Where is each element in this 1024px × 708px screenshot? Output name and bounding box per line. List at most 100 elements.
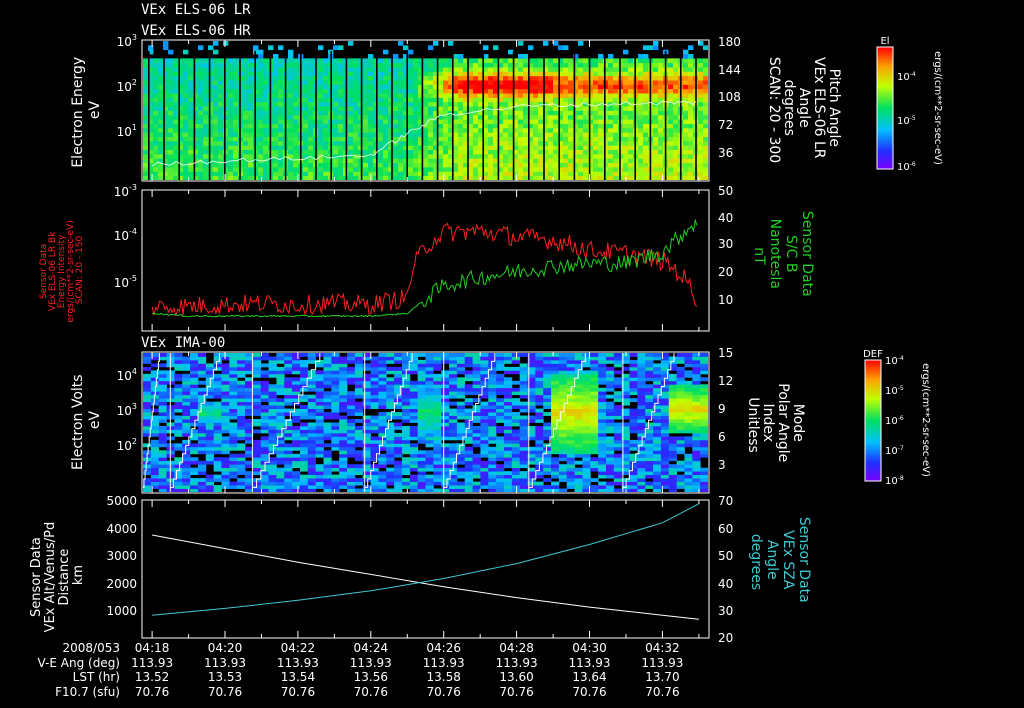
ima-cell <box>237 457 246 462</box>
ima-cell <box>252 373 262 378</box>
ima-cell <box>315 429 324 434</box>
ima-cell <box>276 453 285 458</box>
spectrogram-cell <box>428 93 434 98</box>
spectrogram-cell <box>563 132 569 137</box>
spectrogram-cell <box>393 149 399 155</box>
spectrogram-cell <box>353 136 359 142</box>
spectrogram-cell <box>583 75 589 81</box>
ima-cell <box>174 363 183 368</box>
spectrogram-cell <box>703 93 708 98</box>
spectrogram-cell <box>223 93 229 98</box>
spectrogram-cell <box>143 75 149 81</box>
spectrogram-cell <box>318 114 324 120</box>
ima-cell <box>347 405 356 410</box>
spectrogram-cell <box>303 145 309 150</box>
ima-cell <box>268 457 277 462</box>
ima-cell <box>229 366 238 371</box>
spectrogram-cell <box>493 119 499 124</box>
spectrogram-cell <box>383 158 389 164</box>
spectrogram-cell <box>703 132 708 137</box>
spectrogram-cell <box>358 140 364 146</box>
ima-cell <box>315 422 324 427</box>
ima-cell <box>386 380 395 385</box>
spectrogram-cell <box>658 127 664 133</box>
ima-cell <box>182 460 191 465</box>
spectrogram-cell <box>413 88 419 94</box>
ima-cell <box>292 429 301 434</box>
spectrogram-cell <box>623 93 629 98</box>
ima-cell <box>299 443 309 448</box>
ima-cell <box>268 401 277 406</box>
ima-cell <box>480 446 489 451</box>
spectrogram-cell <box>453 97 459 103</box>
spectrogram-cell <box>508 119 514 124</box>
ima-cell <box>354 432 364 437</box>
spectrogram-cell <box>483 45 489 51</box>
spectrogram-cell <box>548 162 554 168</box>
scan-gap <box>315 51 317 180</box>
ima-cell <box>339 453 348 458</box>
ima-cell <box>394 415 403 420</box>
ima-cell <box>143 464 152 469</box>
ima-cell <box>425 384 434 389</box>
spectrogram-cell <box>263 75 269 81</box>
spectrogram-cell <box>393 110 399 116</box>
spectrogram-cell <box>608 75 614 81</box>
ima-cell <box>190 481 199 486</box>
spectrogram-cell <box>438 132 444 137</box>
spectrogram-cell <box>248 162 254 168</box>
spectrogram-cell <box>653 136 659 142</box>
spectrogram-cell <box>488 67 494 72</box>
spectrogram-cell <box>508 162 514 168</box>
spectrogram-cell <box>493 45 499 51</box>
ima-cell <box>441 394 450 399</box>
ima-cell <box>205 363 215 368</box>
spectrogram-cell <box>508 136 514 142</box>
spectrogram-cell <box>183 140 189 146</box>
ima-cell <box>339 450 348 455</box>
ima-cell <box>347 412 356 416</box>
spectrogram-cell <box>218 127 224 133</box>
ima-cell <box>150 363 160 368</box>
spectrogram-cell <box>223 166 229 172</box>
spectrogram-cell <box>623 158 629 164</box>
spectrogram-cell <box>523 127 529 133</box>
spectrogram-cell <box>273 145 279 150</box>
ima-cell <box>347 471 356 476</box>
ima-cell <box>197 439 207 444</box>
ima-cell <box>370 443 379 448</box>
spectrogram-cell <box>683 119 689 124</box>
spectrogram-cell <box>423 106 429 111</box>
spectrogram-cell <box>368 158 374 164</box>
spectrogram-cell <box>158 149 164 155</box>
ima-cell <box>417 377 426 382</box>
ima-cell <box>190 419 199 423</box>
spectrogram-cell <box>293 84 299 90</box>
spectrogram-cell <box>153 114 159 120</box>
spectrogram-cell <box>673 175 679 180</box>
ima-cell <box>425 432 434 437</box>
spectrogram-cell <box>413 75 419 81</box>
spectrogram-cell <box>293 110 299 116</box>
spectrogram-cell <box>503 110 509 116</box>
ima-cell <box>190 359 199 364</box>
ima-cell <box>354 425 364 430</box>
ima-cell <box>221 471 230 476</box>
ima-cell <box>323 429 332 434</box>
spectrogram-cell <box>503 119 509 124</box>
spectrogram-cell <box>183 84 189 90</box>
ima-cell <box>221 446 230 451</box>
spectrogram-cell <box>518 67 524 72</box>
spectrogram-cell <box>218 101 224 107</box>
spectrogram-cell <box>188 145 194 150</box>
spectrogram-cell <box>353 110 359 116</box>
spectrogram-cell <box>673 153 679 159</box>
ima-cell <box>456 432 466 437</box>
spectrogram-cell <box>348 127 354 133</box>
ima-cell <box>174 446 183 451</box>
ima-cell <box>307 380 317 385</box>
spectrogram-cell <box>553 84 559 90</box>
spectrogram-cell <box>533 80 539 85</box>
ima-cell <box>394 436 403 441</box>
spectrogram-cell <box>518 84 524 90</box>
